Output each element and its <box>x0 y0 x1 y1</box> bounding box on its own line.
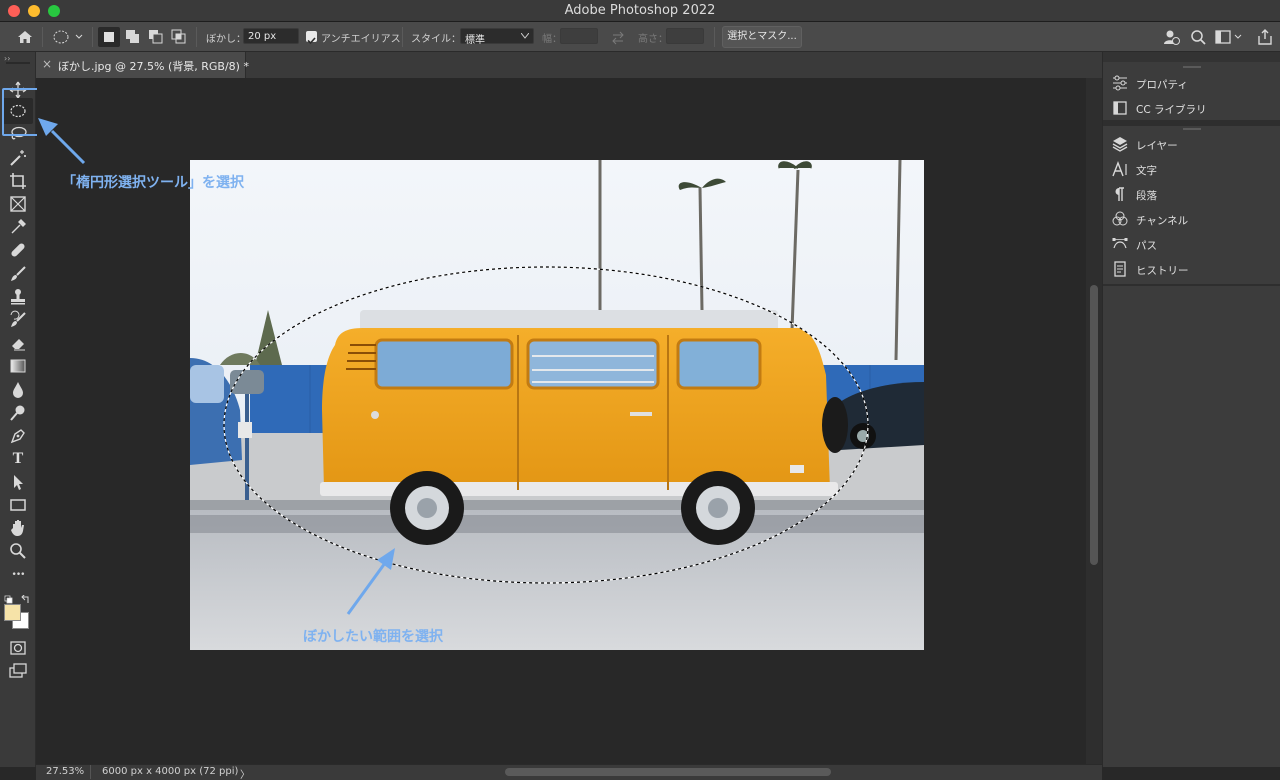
paragraph-label: 段落 <box>1136 190 1157 202</box>
zoom-level[interactable]: 27.53% <box>46 766 84 777</box>
layers-icon <box>1112 137 1128 152</box>
layers-label: レイヤー <box>1136 140 1178 152</box>
status-expand-icon[interactable]: 〉 <box>240 766 250 780</box>
paths-icon <box>1112 238 1128 249</box>
horizontal-scroll-thumb[interactable] <box>505 768 831 776</box>
tool-callout-text: 「楕円形選択ツール」を選択 <box>62 175 244 191</box>
character-icon <box>1112 161 1127 177</box>
history-label: ヒストリー <box>1136 265 1189 277</box>
tool-callout-arrow <box>50 129 86 165</box>
panel-grip[interactable] <box>1183 128 1201 130</box>
channels-icon <box>1112 211 1128 226</box>
paragraph-icon <box>1115 187 1124 201</box>
channels-label: チャンネル <box>1136 215 1189 227</box>
paths-label: パス <box>1136 240 1157 252</box>
cc-libraries-label: CC ライブラリ <box>1136 104 1207 116</box>
history-icon <box>1114 261 1126 277</box>
library-icon <box>1113 101 1127 115</box>
right-panel-dock <box>1102 52 1280 767</box>
area-callout-arrow <box>346 562 387 615</box>
sliders-icon <box>1113 75 1127 91</box>
character-label: 文字 <box>1136 165 1157 177</box>
document-size: 6000 px x 4000 px (72 ppi) <box>102 766 239 777</box>
area-callout-text: ぼかしたい範囲を選択 <box>303 629 443 645</box>
properties-label: プロパティ <box>1136 79 1188 91</box>
vertical-scroll-thumb[interactable] <box>1090 285 1098 565</box>
panel-grip[interactable] <box>1183 66 1201 68</box>
